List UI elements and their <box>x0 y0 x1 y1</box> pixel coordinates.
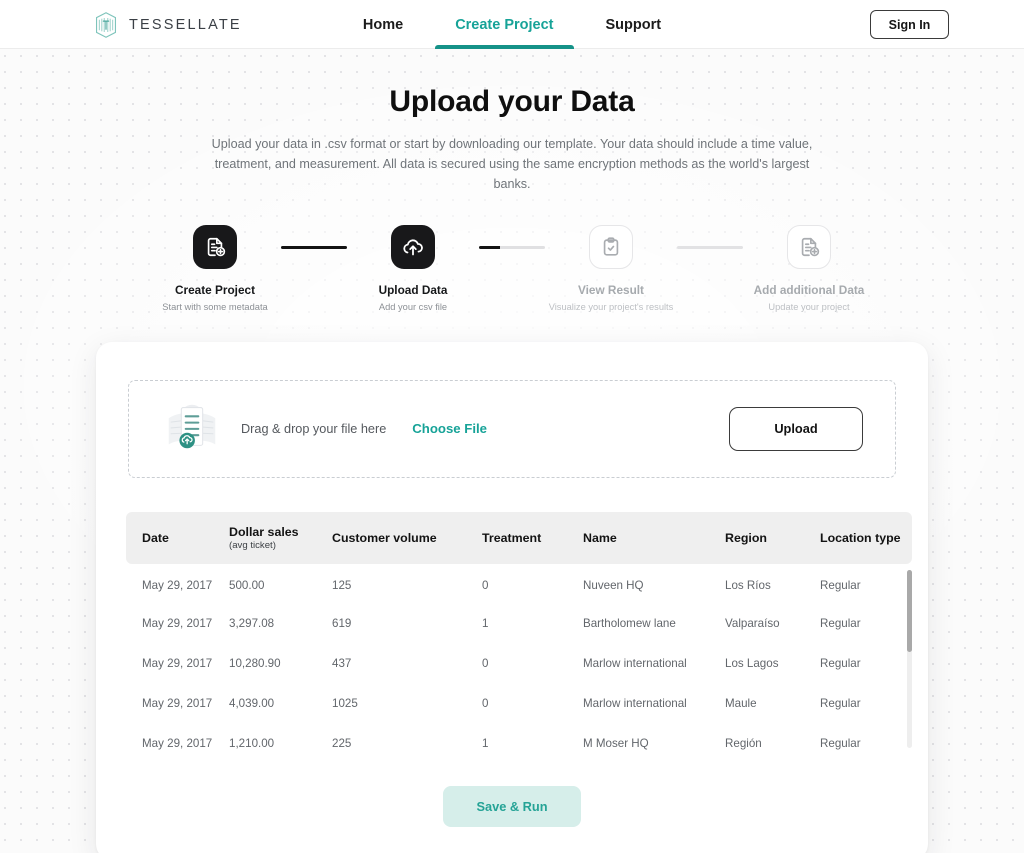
step-subtitle: Start with some metadata <box>162 301 268 312</box>
cell-treatment: 1 <box>482 617 489 631</box>
cell-sales: 10,280.90 <box>229 657 281 671</box>
step-add-additional-data[interactable]: Add additional Data Update your project <box>743 224 875 312</box>
column-header-name[interactable]: Name <box>583 511 725 564</box>
cell-location: Regular <box>820 579 861 593</box>
column-header-treatment[interactable]: Treatment <box>482 511 583 564</box>
table-body: May 29, 2017 500.00 125 0 Nuveen HQ Los … <box>126 564 912 764</box>
page-description: Upload your data in .csv format or start… <box>211 137 813 191</box>
top-navigation-bar: TESSELLATE Home Create Project Support S… <box>0 0 1024 49</box>
page-title: Upload your Data <box>389 85 635 118</box>
nav-link-home[interactable]: Home <box>359 0 407 49</box>
column-label: Customer volume <box>332 530 437 545</box>
column-label: Treatment <box>482 530 542 545</box>
step-connector-1 <box>281 245 347 249</box>
step-subtitle: Visualize your project's results <box>548 301 674 312</box>
table-row[interactable]: May 29, 2017 4,039.00 1025 0 Marlow inte… <box>126 684 912 724</box>
step-connector-3 <box>677 245 743 249</box>
cell-sales: 1,210.00 <box>229 737 275 751</box>
column-sublabel: (avg ticket) <box>229 539 276 551</box>
file-dropzone[interactable]: Drag & drop your file here Choose File U… <box>128 379 896 478</box>
step-create-project[interactable]: Create Project Start with some metadata <box>149 224 281 312</box>
cell-name: M Moser HQ <box>583 737 649 751</box>
cell-sales: 500.00 <box>229 579 265 593</box>
step-title: Create Project <box>175 282 255 297</box>
table-header-row: Date Dollar sales (avg ticket) Customer … <box>126 511 912 564</box>
cell-location: Regular <box>820 617 861 631</box>
column-header-region[interactable]: Region <box>725 511 820 564</box>
cell-volume: 437 <box>332 657 352 671</box>
step-connector-2 <box>479 245 545 249</box>
clipboard-check-icon <box>589 224 633 269</box>
documents-upload-icon <box>161 395 223 462</box>
cell-region: Maule <box>725 697 757 711</box>
document-plus-icon <box>787 224 831 269</box>
document-plus-icon <box>193 224 237 269</box>
cell-treatment: 0 <box>482 579 489 593</box>
nav-link-create-project[interactable]: Create Project <box>435 0 574 49</box>
cell-sales: 3,297.08 <box>229 617 275 631</box>
page-body: Upload your Data Upload your data in .cs… <box>0 49 1024 853</box>
cell-date: May 29, 2017 <box>142 737 213 751</box>
table-scrollbar-track[interactable] <box>907 569 912 748</box>
cloud-upload-icon <box>391 224 435 269</box>
cell-region: Región <box>725 737 762 751</box>
column-header-date[interactable]: Date <box>126 511 229 564</box>
upload-card: Drag & drop your file here Choose File U… <box>96 341 928 853</box>
choose-file-link[interactable]: Choose File <box>412 421 487 436</box>
save-and-run-button[interactable]: Save & Run <box>443 785 581 827</box>
card-footer: Save & Run <box>96 785 928 827</box>
dropzone-hint-text: Drag & drop your file here <box>241 421 387 436</box>
cell-region: Los Ríos <box>725 579 771 593</box>
cell-date: May 29, 2017 <box>142 697 213 711</box>
cell-date: May 29, 2017 <box>142 617 213 631</box>
column-header-location-type[interactable]: Location type <box>820 511 912 564</box>
nav-link-support[interactable]: Support <box>602 0 666 49</box>
step-title: Add additional Data <box>753 282 865 297</box>
step-view-result[interactable]: View Result Visualize your project's res… <box>545 224 677 312</box>
table-row[interactable]: May 29, 2017 1,210.00 225 1 M Moser HQ R… <box>126 724 912 764</box>
cell-volume: 125 <box>332 579 352 593</box>
data-table: Date Dollar sales (avg ticket) Customer … <box>126 511 912 764</box>
table-row[interactable]: May 29, 2017 10,280.90 437 0 Marlow inte… <box>126 644 912 684</box>
cell-name: Marlow international <box>583 697 687 711</box>
cell-region: Valparaíso <box>725 617 780 631</box>
step-title: Upload Data <box>378 282 448 297</box>
column-label: Region <box>725 530 767 545</box>
cell-date: May 29, 2017 <box>142 657 213 671</box>
cell-volume: 225 <box>332 737 352 751</box>
column-label: Name <box>583 530 617 545</box>
column-header-dollar-sales[interactable]: Dollar sales (avg ticket) <box>229 511 332 564</box>
hero-section: Upload your Data Upload your data in .cs… <box>0 49 1024 195</box>
step-title: View Result <box>577 282 644 297</box>
column-label: Location type <box>820 530 901 545</box>
column-header-customer-volume[interactable]: Customer volume <box>332 511 482 564</box>
sign-in-button[interactable]: Sign In <box>870 10 949 39</box>
step-upload-data[interactable]: Upload Data Add your csv file <box>347 224 479 312</box>
cell-volume: 619 <box>332 617 352 631</box>
cell-date: May 29, 2017 <box>142 579 213 593</box>
cell-name: Bartholomew lane <box>583 617 676 631</box>
cell-name: Nuveen HQ <box>583 579 644 593</box>
cell-treatment: 1 <box>482 737 489 751</box>
step-subtitle: Add your csv file <box>378 301 448 312</box>
progress-stepper: Create Project Start with some metadata … <box>0 224 1024 312</box>
cell-sales: 4,039.00 <box>229 697 275 711</box>
cell-location: Regular <box>820 737 861 751</box>
upload-button[interactable]: Upload <box>729 406 863 451</box>
column-label: Date <box>142 530 169 545</box>
step-subtitle: Update your project <box>768 301 850 312</box>
cell-volume: 1025 <box>332 697 358 711</box>
cell-treatment: 0 <box>482 697 489 711</box>
column-label: Dollar sales <box>229 524 299 539</box>
table-head: Date Dollar sales (avg ticket) Customer … <box>126 511 912 564</box>
cell-region: Los Lagos <box>725 657 779 671</box>
cell-name: Marlow international <box>583 657 687 671</box>
table-row[interactable]: May 29, 2017 3,297.08 619 1 Bartholomew … <box>126 604 912 644</box>
cell-location: Regular <box>820 657 861 671</box>
table-scrollbar-thumb[interactable] <box>907 569 912 652</box>
cell-treatment: 0 <box>482 657 489 671</box>
cell-location: Regular <box>820 697 861 711</box>
data-table-wrapper: Date Dollar sales (avg ticket) Customer … <box>126 511 912 760</box>
table-row[interactable]: May 29, 2017 500.00 125 0 Nuveen HQ Los … <box>126 564 912 604</box>
